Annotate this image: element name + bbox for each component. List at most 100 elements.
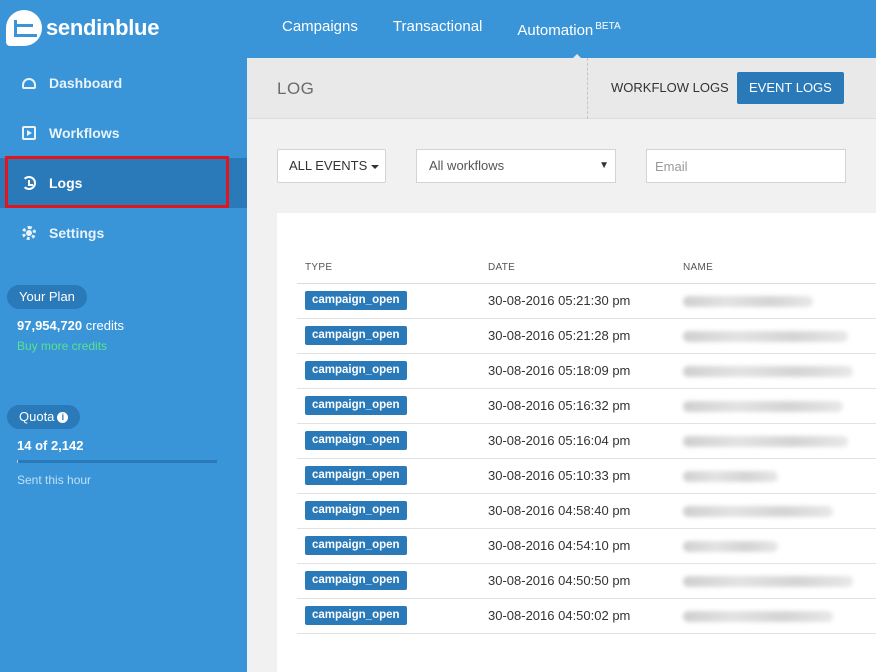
workflow-logs-button[interactable]: WORKFLOW LOGS xyxy=(599,72,741,104)
name-cell xyxy=(675,353,876,389)
name-cell xyxy=(675,388,876,424)
email-filter-input[interactable] xyxy=(646,149,846,183)
type-cell: campaign_open xyxy=(297,528,480,564)
date-cell: 30-08-2016 04:50:02 pm xyxy=(480,598,675,634)
nav-transactional-label: Transactional xyxy=(392,18,483,35)
workflow-select[interactable]: All workflows ▼ xyxy=(416,149,616,183)
workflow-select-value: All workflows xyxy=(429,158,505,173)
table-row[interactable]: campaign_open 30-08-2016 04:50:50 pm xyxy=(297,563,876,599)
type-cell: campaign_open xyxy=(297,493,480,529)
header-divider xyxy=(587,58,588,119)
quota-progress-bar xyxy=(17,460,217,463)
event-log-table: TYPE DATE NAME campaign_open 30-08-2016 0… xyxy=(297,253,876,634)
quota-label: Quota xyxy=(19,409,55,424)
sidebar-item-dashboard[interactable]: Dashboard xyxy=(0,58,247,108)
date-cell: 30-08-2016 05:18:09 pm xyxy=(480,353,675,389)
top-navigation-bar: sendinblue Campaigns Transactional Autom… xyxy=(0,0,876,62)
type-cell: campaign_open xyxy=(297,283,480,319)
redacted-name xyxy=(683,436,848,448)
table-row[interactable]: campaign_open 30-08-2016 05:16:32 pm xyxy=(297,388,876,424)
type-cell: campaign_open xyxy=(297,423,480,459)
all-events-dropdown[interactable]: ALL EVENTS xyxy=(277,149,386,183)
redacted-name xyxy=(683,471,778,483)
dashboard-icon xyxy=(22,77,36,89)
event-log-table-card: TYPE DATE NAME campaign_open 30-08-2016 0… xyxy=(277,213,876,672)
sidebar-item-label: Logs xyxy=(49,175,83,191)
table-row[interactable]: campaign_open 30-08-2016 05:16:04 pm xyxy=(297,423,876,459)
page-title: LOG xyxy=(277,79,315,98)
type-cell: campaign_open xyxy=(297,458,480,494)
type-cell: campaign_open xyxy=(297,353,480,389)
nav-campaigns[interactable]: Campaigns xyxy=(282,0,358,58)
buy-credits-link[interactable]: Buy more credits xyxy=(17,339,107,353)
column-header-date[interactable]: DATE xyxy=(480,253,675,284)
quota-progress-fill xyxy=(17,460,19,463)
event-type-badge: campaign_open xyxy=(305,536,407,555)
type-cell: campaign_open xyxy=(297,318,480,354)
event-type-badge: campaign_open xyxy=(305,466,407,485)
page-header: LOG WORKFLOW LOGS EVENT LOGS xyxy=(247,58,876,119)
event-type-badge: campaign_open xyxy=(305,396,407,415)
quota-count: 14 of 2,142 xyxy=(17,438,84,453)
plan-credits: 97,954,720 credits xyxy=(17,318,124,333)
table-row[interactable]: campaign_open 30-08-2016 04:54:10 pm xyxy=(297,528,876,564)
history-icon xyxy=(22,176,36,190)
nav-campaigns-label: Campaigns xyxy=(282,18,358,35)
nav-automation[interactable]: Automation BETA xyxy=(517,0,621,62)
redacted-name xyxy=(683,331,848,343)
table-row[interactable]: campaign_open 30-08-2016 05:21:30 pm xyxy=(297,283,876,319)
column-header-name[interactable]: NAME xyxy=(675,253,876,284)
brand-logo[interactable]: sendinblue xyxy=(6,10,159,46)
redacted-name xyxy=(683,506,833,518)
event-type-badge: campaign_open xyxy=(305,606,407,625)
date-cell: 30-08-2016 04:58:40 pm xyxy=(480,493,675,529)
gear-icon xyxy=(22,226,36,240)
caret-down-icon xyxy=(371,164,380,169)
redacted-name xyxy=(683,576,853,588)
plan-badge: Your Plan xyxy=(7,285,87,309)
name-cell xyxy=(675,318,876,354)
main-nav: Campaigns Transactional Automation BETA xyxy=(282,0,656,62)
quota-badge: Quota i xyxy=(7,405,81,429)
event-type-badge: campaign_open xyxy=(305,326,407,345)
name-cell xyxy=(675,563,876,599)
event-type-badge: campaign_open xyxy=(305,571,407,590)
redacted-name xyxy=(683,611,833,623)
column-header-type[interactable]: TYPE xyxy=(297,253,480,284)
table-row[interactable]: campaign_open 30-08-2016 05:18:09 pm xyxy=(297,353,876,389)
sidebar-item-settings[interactable]: Settings xyxy=(0,208,247,258)
sidebar-item-logs[interactable]: Logs xyxy=(0,158,247,208)
date-cell: 30-08-2016 04:54:10 pm xyxy=(480,528,675,564)
table-row[interactable]: campaign_open 30-08-2016 05:10:33 pm xyxy=(297,458,876,494)
sidebar: Dashboard Workflows Logs Settings Your P… xyxy=(0,58,247,672)
table-row[interactable]: campaign_open 30-08-2016 04:58:40 pm xyxy=(297,493,876,529)
event-type-badge: campaign_open xyxy=(305,431,407,450)
nav-transactional[interactable]: Transactional xyxy=(393,0,483,58)
event-type-badge: campaign_open xyxy=(305,501,407,520)
sendinblue-logo-icon xyxy=(6,10,42,46)
name-cell xyxy=(675,423,876,459)
sidebar-item-workflows[interactable]: Workflows xyxy=(0,108,247,158)
info-icon[interactable]: i xyxy=(57,412,69,424)
type-cell: campaign_open xyxy=(297,598,480,634)
event-type-badge: campaign_open xyxy=(305,291,407,310)
table-row[interactable]: campaign_open 30-08-2016 04:50:02 pm xyxy=(297,598,876,634)
credits-unit: credits xyxy=(82,318,124,333)
nav-automation-label: Automation xyxy=(517,22,594,39)
sidebar-item-label: Workflows xyxy=(49,125,120,141)
date-cell: 30-08-2016 05:21:30 pm xyxy=(480,283,675,319)
event-logs-button[interactable]: EVENT LOGS xyxy=(737,72,844,104)
redacted-name xyxy=(683,296,813,308)
name-cell xyxy=(675,528,876,564)
brand-name: sendinblue xyxy=(46,15,160,40)
type-cell: campaign_open xyxy=(297,388,480,424)
table-row[interactable]: campaign_open 30-08-2016 05:21:28 pm xyxy=(297,318,876,354)
redacted-name xyxy=(683,541,778,553)
sidebar-item-label: Settings xyxy=(49,225,105,241)
beta-badge: BETA xyxy=(595,21,621,32)
name-cell xyxy=(675,458,876,494)
name-cell xyxy=(675,598,876,634)
sidebar-item-label: Dashboard xyxy=(49,75,123,91)
quota-subtitle: Sent this hour xyxy=(17,473,92,487)
select-arrow-icon: ▼ xyxy=(599,160,609,171)
